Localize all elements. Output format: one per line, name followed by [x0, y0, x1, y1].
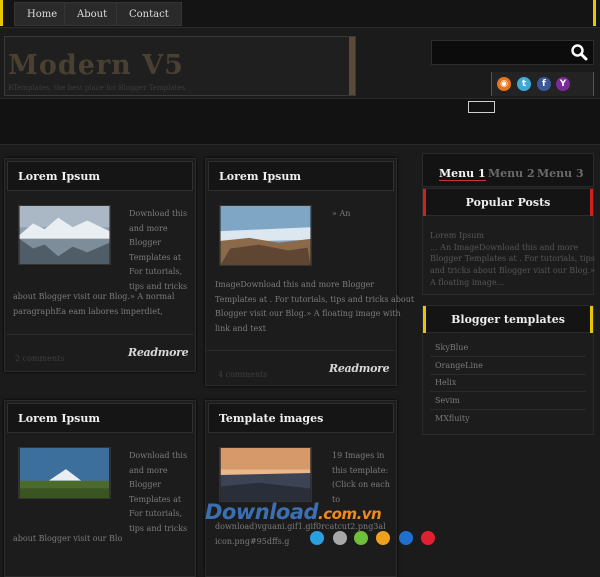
post-thumbnail[interactable] [219, 205, 312, 266]
post-header: Lorem Ipsum [7, 403, 193, 433]
template-link-sevim[interactable]: Sevim [435, 396, 460, 405]
nav-accent-left [0, 0, 3, 26]
post-thumbnail[interactable] [219, 447, 312, 502]
post-header: Template images [208, 403, 394, 433]
tab-menu-2[interactable]: Menu 2 [488, 167, 535, 180]
post-header: Lorem Ipsum [7, 161, 193, 191]
header-band [0, 98, 600, 145]
comments-link[interactable]: 2 comments [15, 354, 64, 363]
divider [430, 356, 586, 357]
template-link-mxfluity[interactable]: MXfluity [435, 414, 470, 423]
widget-title: Popular Posts [465, 196, 551, 209]
post-excerpt: 19 Images in this template: (Click on eac… [332, 451, 390, 504]
post-excerpt: Download this and more Blogger Templates a… [129, 451, 188, 533]
watermark-logo: Download.com.vn [205, 500, 382, 524]
nav-home[interactable]: Home [14, 2, 71, 26]
template-link-skyblue[interactable]: SkyBlue [435, 343, 468, 352]
tab-menu-3[interactable]: Menu 3 [537, 167, 584, 180]
watermark-dot [421, 531, 435, 545]
watermark-dot [310, 531, 324, 545]
nav-contact[interactable]: Contact [116, 2, 182, 26]
readmore-button[interactable]: Readmore [128, 346, 189, 359]
post-thumbnail[interactable] [18, 205, 111, 265]
readmore-button[interactable]: Readmore [329, 362, 390, 375]
watermark-dot [333, 531, 347, 545]
post-excerpt: » An [332, 209, 351, 218]
nav-accent-right [593, 0, 596, 26]
tab-menu-1[interactable]: Menu 1 [439, 167, 486, 181]
divider [430, 391, 586, 392]
post-excerpt: Download this and more Blogger Templates a… [129, 209, 188, 291]
facebook-icon[interactable]: f [537, 77, 551, 91]
watermark-dot [399, 531, 413, 545]
post-title[interactable]: Lorem Ipsum [219, 170, 301, 183]
twitter-icon[interactable]: t [517, 77, 531, 91]
rss-icon[interactable]: ◉ [497, 77, 511, 91]
widget-header: Blogger templates [423, 306, 593, 333]
post-title[interactable]: Lorem Ipsum [18, 170, 100, 183]
band-box[interactable] [468, 101, 495, 113]
site-title[interactable]: Modern V5 [8, 50, 184, 81]
template-link-orangeline[interactable]: OrangeLine [435, 361, 483, 370]
post-title[interactable]: Template images [219, 412, 323, 425]
post-thumbnail[interactable] [18, 447, 111, 499]
divider [430, 374, 586, 375]
post-header: Lorem Ipsum [208, 161, 394, 191]
post-title[interactable]: Lorem Ipsum [18, 412, 100, 425]
widget-header: Popular Posts [423, 189, 593, 216]
watermark-dot [376, 531, 390, 545]
comments-link[interactable]: 4 comments [218, 370, 267, 379]
nav-about[interactable]: About [64, 2, 121, 26]
site-subtitle: BTemplates, the best place for Blogger T… [8, 84, 186, 92]
watermark-dot [354, 531, 368, 545]
popular-post-item[interactable]: Lorem Ipsum... An ImageDownload this and… [430, 230, 595, 289]
yahoo-icon[interactable]: Y [556, 77, 570, 91]
widget-title: Blogger templates [451, 313, 565, 326]
post-excerpt-full: about Blogger visit our Blo [13, 534, 123, 543]
search-icon[interactable] [570, 43, 588, 61]
post-excerpt-full: about Blogger visit our Blog.» A normal p… [13, 292, 175, 316]
template-link-helix[interactable]: Helix [435, 378, 456, 387]
post-excerpt-full: ImageDownload this and more Blogger Templ… [215, 280, 415, 333]
divider [430, 409, 586, 410]
